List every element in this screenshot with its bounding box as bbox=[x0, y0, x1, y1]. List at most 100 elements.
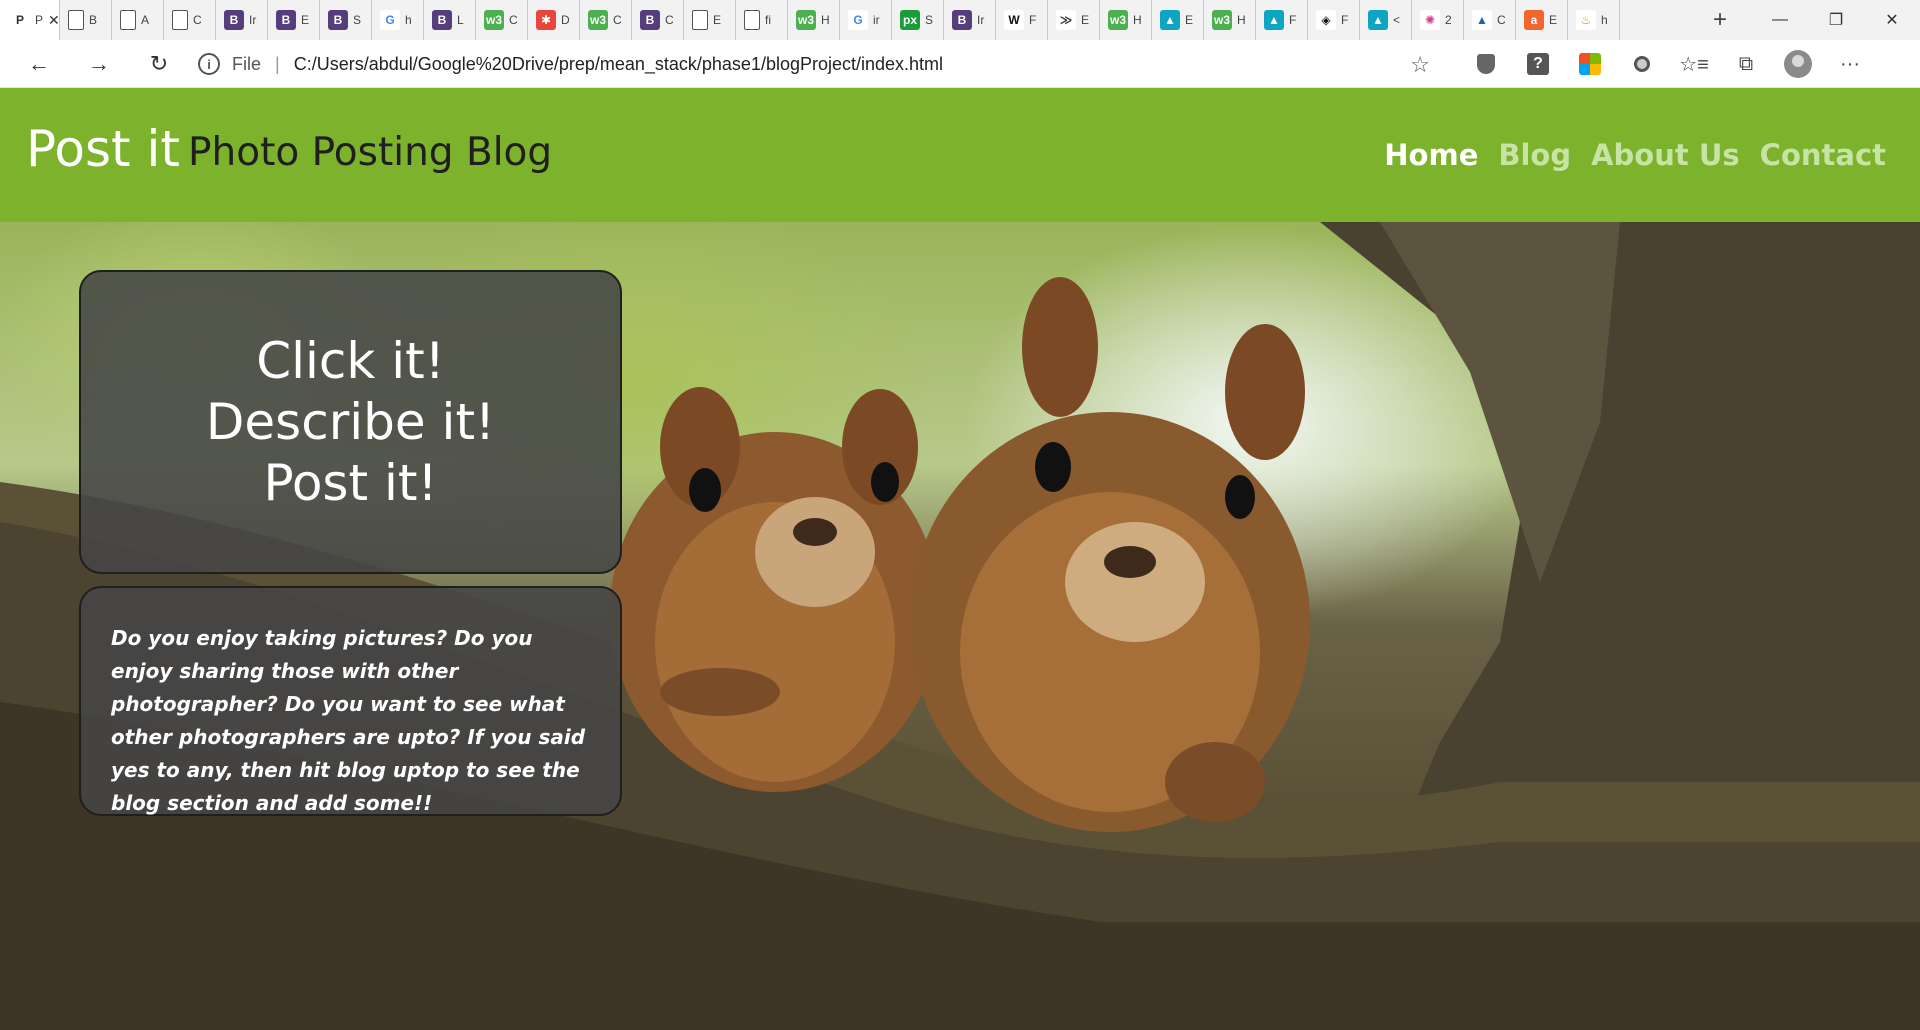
tab-favicon-icon: P bbox=[10, 10, 30, 30]
browser-tab[interactable]: P P ✕ bbox=[0, 0, 60, 40]
address-bar[interactable]: i File | C:/Users/abdul/Google%20Drive/p… bbox=[180, 46, 1440, 82]
browser-tab[interactable]: w3 H bbox=[1204, 0, 1256, 40]
browser-tab[interactable]: BC bbox=[632, 0, 684, 40]
browser-tab[interactable]: px S bbox=[892, 0, 944, 40]
browser-tab[interactable]: w3 H bbox=[1100, 0, 1152, 40]
close-window-button[interactable]: ✕ bbox=[1864, 0, 1920, 40]
tab-title: < bbox=[1393, 13, 1401, 27]
tab-title: F bbox=[1289, 13, 1297, 27]
browser-tab[interactable]: w3 C bbox=[476, 0, 528, 40]
main-nav: Home Blog About Us Contact bbox=[1384, 138, 1886, 172]
hero-slogan-card: Click it! Describe it! Post it! bbox=[79, 270, 622, 574]
back-button[interactable]: ← bbox=[14, 44, 64, 84]
tab-title: H bbox=[821, 13, 830, 27]
window-controls: — ❐ ✕ bbox=[1752, 0, 1920, 40]
tab-favicon-icon: B bbox=[952, 10, 972, 30]
browser-tab[interactable]: ✱ D bbox=[528, 0, 580, 40]
circle-icon[interactable] bbox=[1616, 56, 1668, 72]
browser-tab[interactable]: BS bbox=[320, 0, 372, 40]
browser-tab[interactable]: ♨ h bbox=[1568, 0, 1620, 40]
favorites-icon[interactable]: ☆≡ bbox=[1668, 52, 1720, 77]
tab-title: C bbox=[665, 13, 674, 27]
help-icon[interactable]: ? bbox=[1512, 53, 1564, 75]
browser-tab[interactable]: ≫ E bbox=[1048, 0, 1100, 40]
browser-tab[interactable]: Gh bbox=[372, 0, 424, 40]
tab-favicon-icon: w3 bbox=[796, 10, 816, 30]
address-separator: | bbox=[275, 53, 280, 74]
browser-tab[interactable]: Gir bbox=[840, 0, 892, 40]
tab-title: H bbox=[1237, 13, 1246, 27]
nav-contact[interactable]: Contact bbox=[1760, 138, 1886, 172]
collections-icon[interactable]: ⧉ bbox=[1720, 53, 1772, 76]
shield-icon[interactable] bbox=[1460, 54, 1512, 74]
restore-button[interactable]: ❐ bbox=[1808, 0, 1864, 40]
tabs: P P ✕ B A C B Ir B E B S Gh B Lw3 C ✱ Dw3 C B C Efi w3 H Gir px S B… bbox=[0, 0, 1700, 40]
tab-title: ir bbox=[873, 13, 880, 27]
tab-favicon-icon: ▲ bbox=[1160, 10, 1180, 30]
toolbar-extensions: ? ☆≡ ⧉ ··· bbox=[1460, 40, 1876, 88]
profile-icon[interactable] bbox=[1772, 50, 1824, 78]
tab-favicon-icon: B bbox=[276, 10, 296, 30]
tab-title: E bbox=[1081, 13, 1090, 27]
tab-favicon-icon: ≫ bbox=[1056, 10, 1076, 30]
nav-about-us[interactable]: About Us bbox=[1591, 138, 1740, 172]
tab-favicon-icon: B bbox=[224, 10, 244, 30]
tab-favicon-icon: w3 bbox=[1108, 10, 1128, 30]
tab-title: P bbox=[35, 13, 44, 27]
browser-tab[interactable]: ◈ F bbox=[1308, 0, 1360, 40]
site-brand[interactable]: Post it bbox=[26, 120, 180, 178]
tab-title: E bbox=[1549, 13, 1558, 27]
nav-home[interactable]: Home bbox=[1384, 138, 1478, 172]
tab-title: D bbox=[561, 13, 570, 27]
forward-button[interactable]: → bbox=[74, 44, 124, 84]
tab-favicon-icon: ◈ bbox=[1316, 10, 1336, 30]
tab-title: F bbox=[1341, 13, 1349, 27]
minimize-button[interactable]: — bbox=[1752, 0, 1808, 40]
office-icon[interactable] bbox=[1564, 53, 1616, 75]
browser-tab[interactable]: ▲ < bbox=[1360, 0, 1412, 40]
new-tab-button[interactable]: + bbox=[1700, 0, 1740, 40]
favorite-star-icon[interactable]: ☆ bbox=[1410, 52, 1430, 78]
tab-favicon-icon: G bbox=[848, 10, 868, 30]
browser-tab[interactable]: C bbox=[164, 0, 216, 40]
web-page: Post it Photo Posting Blog Home Blog Abo… bbox=[0, 88, 1920, 1030]
tab-title: F bbox=[1029, 13, 1037, 27]
tab-title: C bbox=[509, 13, 518, 27]
document-icon bbox=[172, 10, 188, 30]
browser-tab[interactable]: w3 C bbox=[580, 0, 632, 40]
reload-button[interactable]: ↻ bbox=[134, 44, 184, 84]
browser-tab[interactable]: ▲ C bbox=[1464, 0, 1516, 40]
info-icon[interactable]: i bbox=[198, 53, 220, 75]
tab-favicon-icon: a bbox=[1524, 10, 1544, 30]
browser-tab[interactable]: w3 H bbox=[788, 0, 840, 40]
tab-title: fi bbox=[765, 13, 771, 27]
tab-title: Ir bbox=[249, 13, 257, 27]
tab-title: C bbox=[613, 13, 622, 27]
tab-favicon-icon: px bbox=[900, 10, 920, 30]
hero-section: Click it! Describe it! Post it! Do you e… bbox=[0, 222, 1920, 1030]
browser-tab[interactable]: WF bbox=[996, 0, 1048, 40]
browser-tab[interactable]: B Ir bbox=[216, 0, 268, 40]
slogan-line-2: Describe it! bbox=[205, 392, 496, 451]
browser-tab[interactable]: fi bbox=[736, 0, 788, 40]
browser-tab[interactable]: A bbox=[112, 0, 164, 40]
browser-tab[interactable]: E bbox=[684, 0, 736, 40]
more-icon[interactable]: ··· bbox=[1824, 53, 1876, 76]
browser-tab[interactable]: BE bbox=[268, 0, 320, 40]
browser-tab[interactable]: B bbox=[60, 0, 112, 40]
tab-title: C bbox=[1497, 13, 1506, 27]
browser-tab[interactable]: BL bbox=[424, 0, 476, 40]
browser-tab[interactable]: B Ir bbox=[944, 0, 996, 40]
scheme-label: File bbox=[232, 53, 262, 74]
tab-title: A bbox=[141, 13, 150, 27]
hero-description-card: Do you enjoy taking pictures? Do you enj… bbox=[79, 586, 622, 816]
document-icon bbox=[68, 10, 84, 30]
tab-title: H bbox=[1133, 13, 1142, 27]
url-text[interactable]: C:/Users/abdul/Google%20Drive/prep/mean_… bbox=[294, 54, 943, 75]
browser-tab[interactable]: ▲ E bbox=[1152, 0, 1204, 40]
browser-tab[interactable]: aE bbox=[1516, 0, 1568, 40]
nav-blog[interactable]: Blog bbox=[1498, 138, 1571, 172]
browser-tab[interactable]: ▲ F bbox=[1256, 0, 1308, 40]
browser-tab[interactable]: ✺ 2 bbox=[1412, 0, 1464, 40]
close-tab-icon[interactable]: ✕ bbox=[48, 12, 59, 29]
